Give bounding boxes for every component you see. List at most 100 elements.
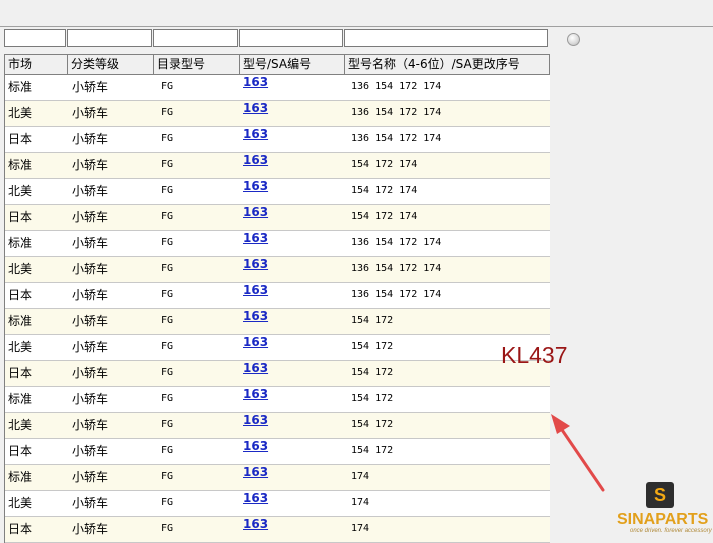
model-link[interactable]: 163 (243, 127, 268, 141)
cell-model-name: 154 172 174 (351, 211, 418, 222)
cell-market: 标准 (8, 470, 33, 484)
table-row[interactable]: 北美 小轿车 FG 163 154 172 174 (5, 179, 550, 205)
cell-catalog-model: FG (161, 471, 174, 482)
table-row[interactable]: 日本 小轿车 FG 163 154 172 (5, 361, 550, 387)
cell-catalog-model: FG (161, 393, 174, 404)
model-link[interactable]: 163 (243, 205, 268, 219)
model-link[interactable]: 163 (243, 335, 268, 349)
filter-catalog-model[interactable] (153, 29, 238, 47)
cell-model-sa: 163 (240, 153, 345, 177)
table-row[interactable]: 标准 小轿车 FG 163 154 172 (5, 309, 550, 335)
model-link[interactable]: 163 (243, 439, 268, 453)
cell-model-sa: 163 (240, 101, 345, 125)
table-row[interactable]: 日本 小轿车 FG 163 154 172 174 (5, 205, 550, 231)
cell-model-sa: 163 (240, 465, 345, 489)
table-row[interactable]: 北美 小轿车 FG 163 154 172 (5, 413, 550, 439)
cell-market: 标准 (8, 158, 33, 172)
table-row[interactable]: 标准 小轿车 FG 163 136 154 172 174 (5, 231, 550, 257)
model-link[interactable]: 163 (243, 465, 268, 479)
cell-model-name: 136 154 172 174 (351, 237, 442, 248)
cell-class: 小轿车 (72, 236, 109, 250)
model-link[interactable]: 163 (243, 361, 268, 375)
logo-letter: S (653, 485, 666, 505)
table-row[interactable]: 北美 小轿车 FG 163 136 154 172 174 (5, 101, 550, 127)
table-row[interactable]: 日本 小轿车 FG 163 154 172 (5, 439, 550, 465)
filter-bar (0, 27, 713, 53)
model-link[interactable]: 163 (243, 179, 268, 193)
cell-catalog-model: FG (161, 107, 174, 118)
cell-class: 小轿车 (72, 418, 109, 432)
cell-market: 标准 (8, 236, 33, 250)
filter-class[interactable] (67, 29, 152, 47)
cell-class: 小轿车 (72, 392, 109, 406)
cell-model-sa: 163 (240, 309, 345, 333)
table-body: 标准 小轿车 FG 163 136 154 172 174 北美 小轿车 FG 163 136 1… (5, 75, 550, 543)
model-link[interactable]: 163 (243, 387, 268, 401)
col-catalog-model[interactable]: 目录型号 (154, 55, 240, 74)
cell-market: 日本 (8, 132, 33, 146)
arrow-icon (551, 414, 605, 492)
col-model-sa[interactable]: 型号/SA编号 (240, 55, 345, 74)
cell-class: 小轿车 (72, 210, 109, 224)
col-model-name[interactable]: 型号名称（4-6位）/SA更改序号 (345, 55, 550, 74)
cell-market: 日本 (8, 210, 33, 224)
table-row[interactable]: 标准 小轿车 FG 163 154 172 174 (5, 153, 550, 179)
cell-market: 北美 (8, 418, 33, 432)
table-row[interactable]: 标准 小轿车 FG 163 174 (5, 465, 550, 491)
model-link[interactable]: 163 (243, 231, 268, 245)
cell-model-sa: 163 (240, 257, 345, 281)
cell-catalog-model: FG (161, 81, 174, 92)
table-row[interactable]: 日本 小轿车 FG 163 136 154 172 174 (5, 283, 550, 309)
cell-model-name: 154 172 (351, 315, 394, 326)
cell-model-sa: 163 (240, 517, 345, 541)
model-link[interactable]: 163 (243, 257, 268, 271)
table-row[interactable]: 标准 小轿车 FG 163 136 154 172 174 (5, 75, 550, 101)
cell-catalog-model: FG (161, 445, 174, 456)
cell-model-sa: 163 (240, 361, 345, 385)
col-market[interactable]: 市场 (5, 55, 68, 74)
logo-text: SINAPARTS (617, 511, 709, 528)
table-row[interactable]: 北美 小轿车 FG 163 136 154 172 174 (5, 257, 550, 283)
logo-tagline: once driven. forever accessory (630, 528, 712, 534)
cell-class: 小轿车 (72, 522, 109, 536)
model-link[interactable]: 163 (243, 153, 268, 167)
model-link[interactable]: 163 (243, 491, 268, 505)
model-link[interactable]: 163 (243, 75, 268, 89)
filter-model-name[interactable] (344, 29, 548, 47)
model-link[interactable]: 163 (243, 283, 268, 297)
table-row[interactable]: 北美 小轿车 FG 163 154 172 (5, 335, 550, 361)
table-row[interactable]: 日本 小轿车 FG 163 136 154 172 174 (5, 127, 550, 153)
cell-model-sa: 163 (240, 127, 345, 151)
cell-model-name: 154 172 174 (351, 185, 418, 196)
cell-market: 北美 (8, 106, 33, 120)
cell-catalog-model: FG (161, 367, 174, 378)
watermark-label: KL437 (501, 342, 568, 368)
cell-model-name: 136 154 172 174 (351, 107, 442, 118)
cell-class: 小轿车 (72, 470, 109, 484)
cell-catalog-model: FG (161, 523, 174, 534)
cell-model-name: 154 172 174 (351, 159, 418, 170)
col-class[interactable]: 分类等级 (68, 55, 154, 74)
cell-market: 北美 (8, 184, 33, 198)
cell-class: 小轿车 (72, 132, 109, 146)
table-row[interactable]: 标准 小轿车 FG 163 154 172 (5, 387, 550, 413)
cell-model-name: 136 154 172 174 (351, 289, 442, 300)
model-link[interactable]: 163 (243, 517, 268, 531)
cell-model-name: 154 172 (351, 445, 394, 456)
radio-option[interactable] (567, 33, 580, 46)
cell-market: 标准 (8, 314, 33, 328)
cell-model-name: 136 154 172 174 (351, 81, 442, 92)
cell-class: 小轿车 (72, 262, 109, 276)
model-link[interactable]: 163 (243, 101, 268, 115)
cell-model-sa: 163 (240, 439, 345, 463)
model-link[interactable]: 163 (243, 309, 268, 323)
cell-class: 小轿车 (72, 106, 109, 120)
cell-market: 日本 (8, 366, 33, 380)
filter-market[interactable] (4, 29, 66, 47)
table-row[interactable]: 日本 小轿车 FG 163 174 (5, 517, 550, 543)
table-row[interactable]: 北美 小轿车 FG 163 174 (5, 491, 550, 517)
cell-model-sa: 163 (240, 491, 345, 515)
filter-model-sa[interactable] (239, 29, 343, 47)
model-link[interactable]: 163 (243, 413, 268, 427)
cell-market: 日本 (8, 522, 33, 536)
